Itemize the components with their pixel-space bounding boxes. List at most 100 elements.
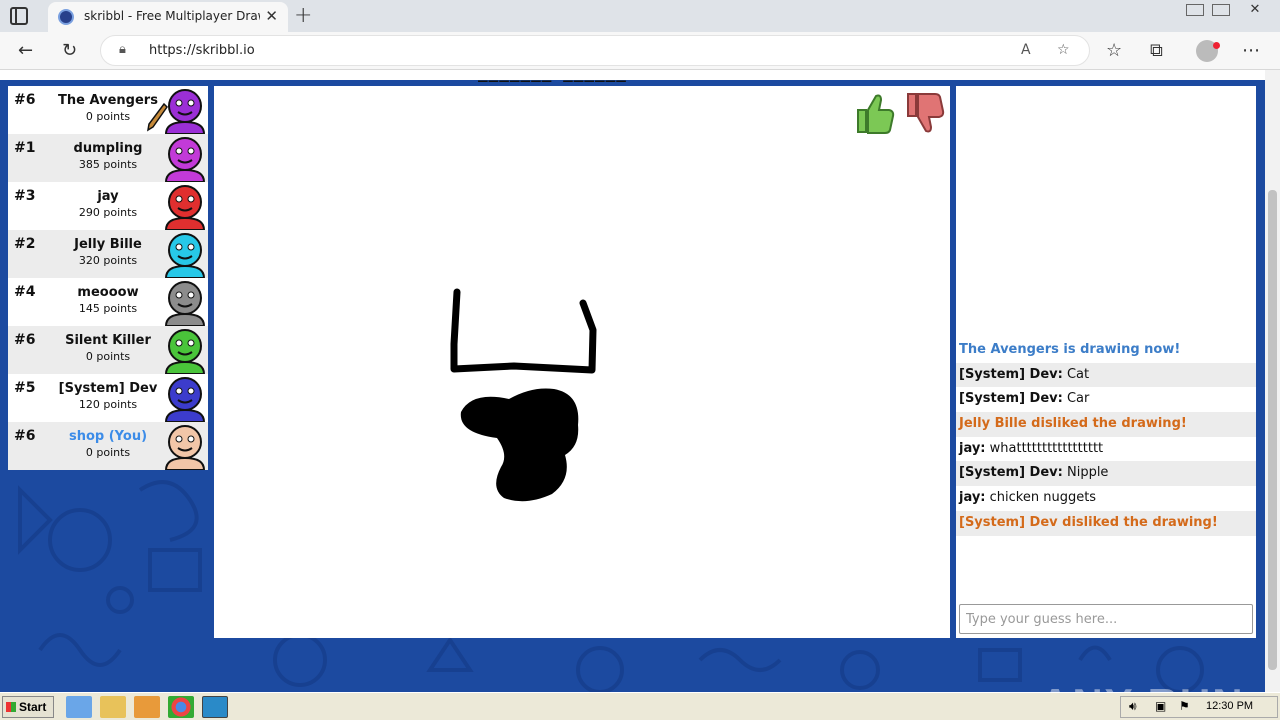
- drawing: [450, 288, 597, 502]
- chat-message: The Avengers is drawing now!: [956, 338, 1256, 363]
- explorer-icon[interactable]: [100, 696, 126, 718]
- player-points: 0 points: [85, 350, 131, 363]
- player-points: 120 points: [78, 398, 138, 411]
- player-rank: #5: [14, 380, 36, 396]
- chat-sender: jay:: [959, 440, 986, 456]
- player-avatar-icon: [164, 233, 206, 278]
- chat-sender: [System] Dev:: [959, 366, 1063, 382]
- chat-text: Jelly Bille disliked the drawing!: [959, 416, 1187, 432]
- player-rank: #4: [14, 284, 36, 300]
- refresh-icon[interactable]: ↻: [62, 40, 77, 61]
- player-list: #6 The Avengers 0 points #1 dumpling 385 poin…: [8, 86, 208, 470]
- close-tab-icon[interactable]: ✕: [265, 7, 278, 25]
- player-avatar-icon: [164, 185, 206, 230]
- chat-text: The Avengers is drawing now!: [959, 342, 1181, 357]
- thumbs-up-icon[interactable]: [850, 90, 896, 136]
- player-row[interactable]: #4 meooow 145 points: [8, 278, 208, 326]
- clock: 12:30 PM: [1206, 700, 1254, 712]
- browser-tab[interactable]: skribbl - Free Multiplayer Drawing ✕: [48, 2, 288, 32]
- chat-text: chicken nuggets: [985, 490, 1097, 506]
- skribbl-page: _______ ______ #6 The Avengers 0 points #1 d…: [0, 70, 1265, 692]
- more-options-icon[interactable]: ⋯: [1242, 40, 1260, 61]
- read-aloud-icon[interactable]: A: [1021, 42, 1031, 58]
- favorites-icon[interactable]: ☆: [1106, 40, 1122, 61]
- player-name: jay: [97, 189, 119, 204]
- player-name: Silent Killer: [65, 333, 151, 348]
- address-bar[interactable]: 🔒︎ https://skribbl.io A ☆: [100, 35, 1090, 66]
- pencil-icon: [146, 102, 168, 132]
- chat-text: whattttttttttttttttt: [985, 440, 1104, 456]
- maximize-window-button[interactable]: [1212, 4, 1230, 16]
- tab-actions-icon[interactable]: [10, 7, 28, 25]
- scrollbar-thumb[interactable]: [1268, 190, 1277, 670]
- flag-icon[interactable]: ⚑: [1179, 699, 1190, 713]
- network-icon[interactable]: ▣: [1155, 699, 1166, 713]
- browser-tab-bar: skribbl - Free Multiplayer Drawing ✕ + ✕: [0, 0, 1280, 32]
- tab-title: skribbl - Free Multiplayer Drawing: [84, 9, 260, 23]
- minimize-window-button[interactable]: [1186, 4, 1204, 16]
- player-points: 0 points: [85, 446, 131, 459]
- url-text[interactable]: https://skribbl.io: [149, 43, 255, 58]
- edge-icon[interactable]: [202, 696, 228, 718]
- player-rank: #6: [14, 332, 36, 348]
- chat-sender: [System] Dev:: [959, 391, 1063, 407]
- skribbl-favicon-icon: [58, 9, 74, 25]
- player-row[interactable]: #5 [System] Dev 120 points: [8, 374, 208, 422]
- player-row[interactable]: #6 shop (You) 0 points: [8, 422, 208, 470]
- chat-message: jay: whattttttttttttttttt: [956, 437, 1256, 462]
- chrome-icon[interactable]: [168, 696, 194, 718]
- player-points: 145 points: [78, 302, 138, 315]
- thumbs-down-icon[interactable]: [900, 90, 946, 136]
- windows-taskbar: Start 🔊︎ ▣ ⚑ 12:30 PM: [0, 692, 1280, 720]
- media-player-icon[interactable]: [134, 696, 160, 718]
- chat-sender: jay:: [959, 490, 986, 506]
- player-row[interactable]: #2 Jelly Bille 320 points: [8, 230, 208, 278]
- chat-text: Cat: [1062, 366, 1090, 382]
- player-name: meooow: [77, 285, 139, 300]
- player-rank: #6: [14, 92, 36, 108]
- player-avatar-icon: [164, 329, 206, 374]
- chat-messages: The Avengers is drawing now! [System] Dev…: [956, 338, 1256, 536]
- player-points: 320 points: [78, 254, 138, 267]
- player-avatar-icon: [164, 425, 206, 470]
- top-strip: [0, 70, 1265, 80]
- close-window-button[interactable]: ✕: [1238, 2, 1272, 18]
- new-tab-icon[interactable]: +: [294, 3, 312, 28]
- player-row[interactable]: #6 The Avengers 0 points: [8, 86, 208, 134]
- profile-avatar[interactable]: [1196, 40, 1220, 62]
- lock-icon[interactable]: 🔒︎: [119, 42, 126, 57]
- player-avatar-icon: [164, 137, 206, 182]
- chat-text: [System] Dev disliked the drawing!: [959, 514, 1218, 530]
- player-rank: #6: [14, 428, 36, 444]
- player-row[interactable]: #1 dumpling 385 points: [8, 134, 208, 182]
- collections-icon[interactable]: ⧉: [1150, 40, 1163, 61]
- ie-icon[interactable]: [66, 696, 92, 718]
- player-name: [System] Dev: [58, 381, 158, 396]
- chat-message: [System] Dev disliked the drawing!: [956, 510, 1256, 536]
- volume-icon[interactable]: 🔊︎: [1129, 699, 1137, 714]
- add-favorite-icon[interactable]: ☆: [1057, 42, 1070, 58]
- back-arrow-icon[interactable]: ←: [18, 40, 33, 61]
- player-avatar-icon: [164, 89, 206, 134]
- chat-message: [System] Dev: Car: [956, 387, 1256, 412]
- player-avatar-icon: [164, 281, 206, 326]
- chat-sender: [System] Dev:: [959, 465, 1063, 481]
- player-row[interactable]: #6 Silent Killer 0 points: [8, 326, 208, 374]
- page-scrollbar[interactable]: [1265, 70, 1280, 692]
- chat-panel: The Avengers is drawing now! [System] Dev…: [956, 86, 1256, 638]
- player-points: 290 points: [78, 206, 138, 219]
- system-tray: 🔊︎ ▣ ⚑: [1120, 696, 1278, 718]
- player-row[interactable]: #3 jay 290 points: [8, 182, 208, 230]
- chat-text: Car: [1062, 391, 1090, 407]
- player-rank: #3: [14, 188, 36, 204]
- chat-message: [System] Dev: Cat: [956, 362, 1256, 388]
- start-button[interactable]: Start: [2, 696, 54, 718]
- chat-message: jay: chicken nuggets: [956, 486, 1256, 511]
- chat-text: Nipple: [1062, 465, 1109, 481]
- player-name: dumpling: [73, 141, 143, 156]
- drawing-canvas[interactable]: [214, 86, 950, 638]
- guess-input[interactable]: [959, 604, 1253, 634]
- word-hint: _______ ______: [478, 70, 627, 82]
- chat-message: [System] Dev: Nipple: [956, 461, 1256, 487]
- chat-message: Jelly Bille disliked the drawing!: [956, 412, 1256, 437]
